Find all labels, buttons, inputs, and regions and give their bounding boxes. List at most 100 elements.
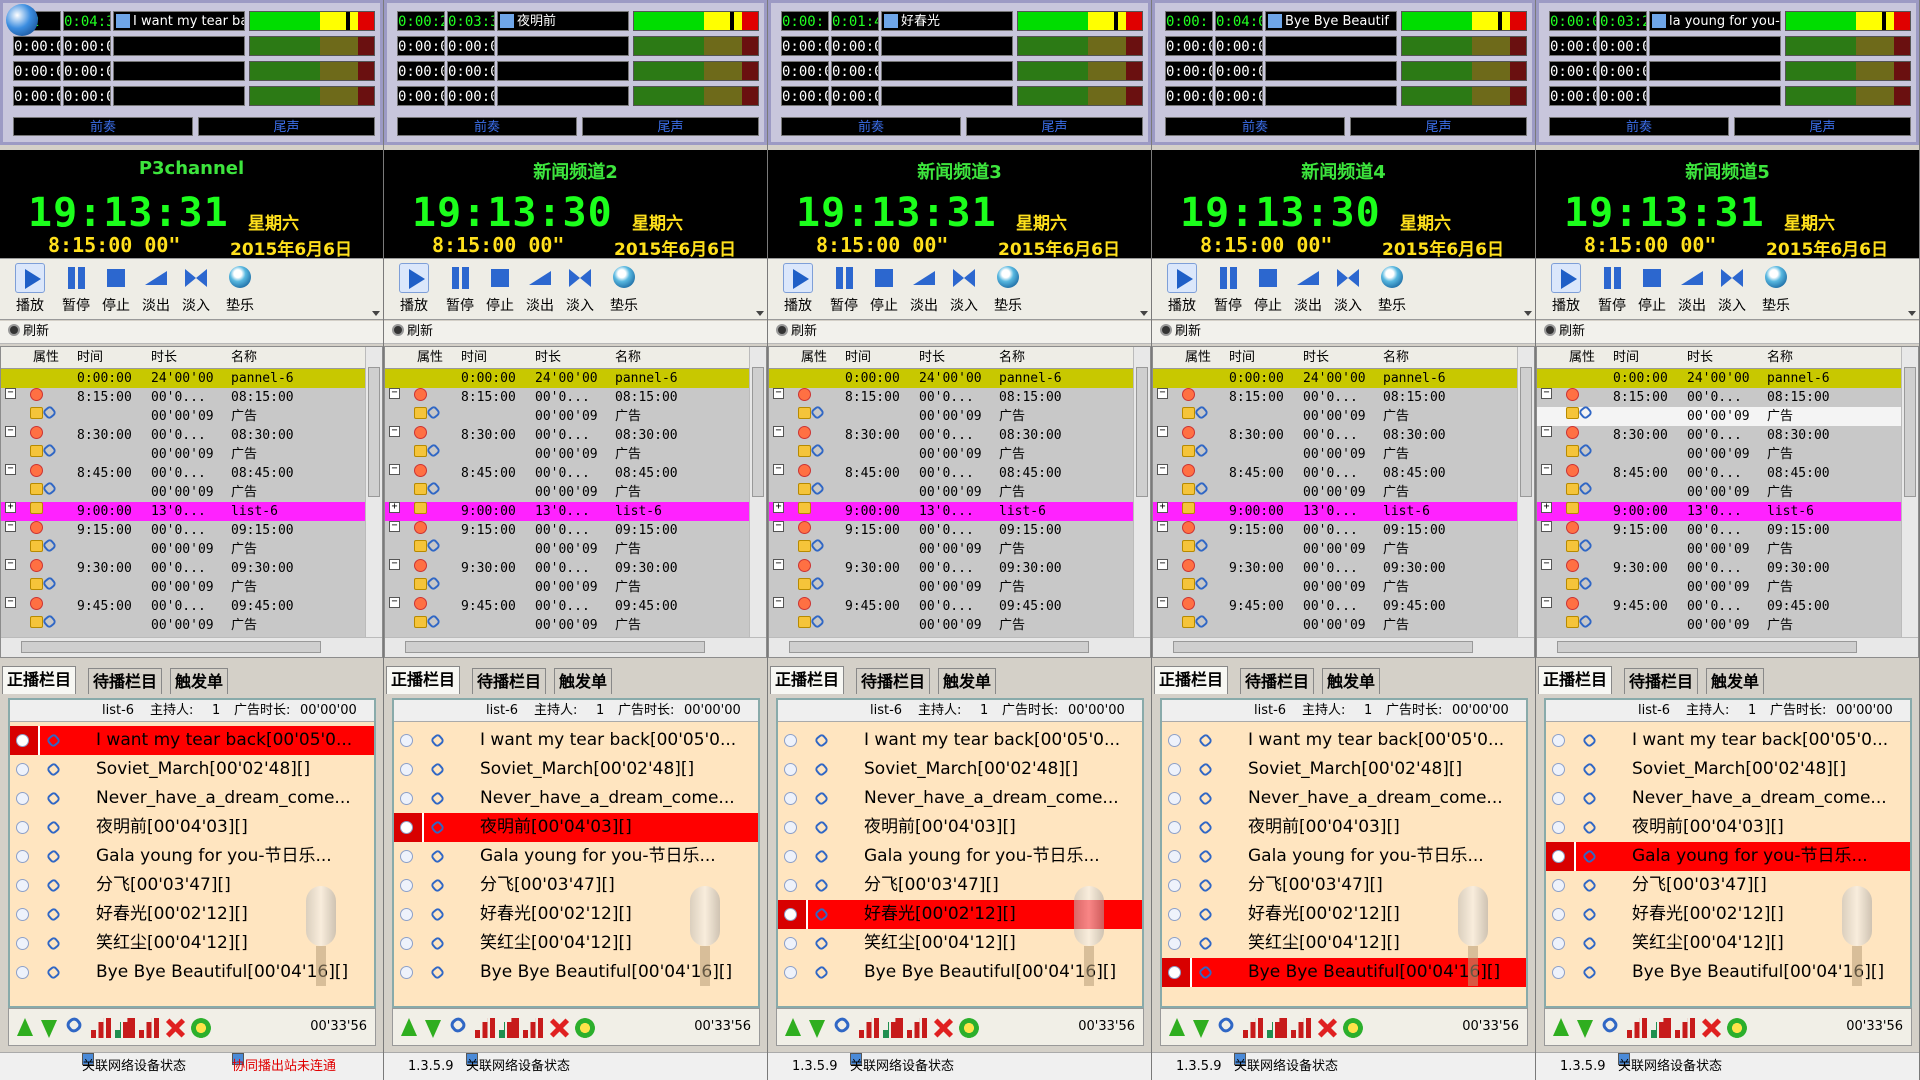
chart-red-icon[interactable]	[1243, 1018, 1263, 1038]
playlist-item[interactable]: I want my tear back[00'05'0...	[1546, 726, 1910, 755]
grid-row[interactable]: 00'00'09 广告	[769, 613, 1133, 635]
grid-row[interactable]: − 8:45:00 00'0... 08:45:00	[1537, 464, 1901, 483]
chart-green-icon[interactable]	[1267, 1018, 1287, 1038]
playlist-item[interactable]: Gala young for you-节日乐...	[1546, 842, 1910, 871]
playlist-item[interactable]: 夜明前[00'04'03][]	[778, 813, 1142, 842]
collapse-icon[interactable]: −	[1157, 559, 1168, 570]
collapse-icon[interactable]: −	[773, 521, 784, 532]
grid-row[interactable]: 0:00:00 24'00'00 pannel-6	[769, 369, 1133, 388]
grid-row[interactable]: +9:00:00 13'0... list-6	[769, 502, 1133, 521]
move-down-icon[interactable]	[39, 1018, 59, 1038]
grid-row[interactable]: 00'00'09 广告	[1537, 404, 1901, 426]
link-icon[interactable]	[448, 1015, 468, 1035]
collapse-icon[interactable]: −	[5, 521, 16, 532]
column-header-dur[interactable]: 时长	[919, 347, 945, 369]
collapse-icon[interactable]: −	[389, 521, 400, 532]
playlist-item[interactable]: I want my tear back[00'05'0...	[778, 726, 1142, 755]
playlist-item[interactable]: Gala young for you-节日乐...	[394, 842, 758, 871]
stop-button[interactable]: 停止	[864, 263, 904, 317]
column-header-name[interactable]: 名称	[615, 347, 641, 369]
fade-out-button[interactable]: 淡出	[136, 263, 176, 317]
move-down-icon[interactable]	[423, 1018, 443, 1038]
fade-in-button[interactable]: 淡入	[176, 263, 216, 317]
column-header-time[interactable]: 时间	[1613, 347, 1639, 369]
column-header-dur[interactable]: 时长	[151, 347, 177, 369]
tab-now-playing[interactable]: 正播栏目	[1154, 666, 1229, 694]
tab-now-playing[interactable]: 正播栏目	[770, 666, 845, 694]
scroll-thumb[interactable]	[1557, 641, 1857, 653]
tab-queued[interactable]: 待播栏目	[856, 668, 931, 694]
grid-row[interactable]: − 9:15:00 00'0... 09:15:00	[769, 521, 1133, 540]
collapse-icon[interactable]: −	[389, 559, 400, 570]
playlist-item[interactable]: Gala young for you-节日乐...	[1162, 842, 1526, 871]
collapse-icon[interactable]: −	[389, 388, 400, 399]
grid-row[interactable]: − 8:45:00 00'0... 08:45:00	[1, 464, 365, 483]
move-down-icon[interactable]	[1191, 1018, 1211, 1038]
intro-button[interactable]: 前奏	[1549, 117, 1729, 136]
stop-button[interactable]: 停止	[1632, 263, 1672, 317]
tab-trigger[interactable]: 触发单	[1706, 668, 1765, 694]
chart-red-icon[interactable]	[475, 1018, 495, 1038]
settings-icon[interactable]	[959, 1018, 979, 1038]
column-header-attr[interactable]: 属性	[417, 347, 443, 369]
column-header-name[interactable]: 名称	[999, 347, 1025, 369]
refresh-bar[interactable]: 刷新	[384, 321, 767, 344]
grid-row[interactable]: − 9:15:00 00'0... 09:15:00	[1, 521, 365, 540]
link-icon[interactable]	[1216, 1015, 1236, 1035]
grid-row[interactable]: 0:00:00 24'00'00 pannel-6	[385, 369, 749, 388]
collapse-icon[interactable]: −	[773, 597, 784, 608]
grid-row[interactable]: − 8:15:00 00'0... 08:15:00	[769, 388, 1133, 407]
move-down-icon[interactable]	[807, 1018, 827, 1038]
horizontal-scrollbar[interactable]	[769, 637, 1150, 657]
grid-row[interactable]: − 9:15:00 00'0... 09:15:00	[385, 521, 749, 540]
fade-in-button[interactable]: 淡入	[944, 263, 984, 317]
expand-icon[interactable]: +	[5, 502, 16, 513]
vertical-scrollbar[interactable]	[1133, 347, 1150, 637]
playlist-item[interactable]: Soviet_March[00'02'48][]	[1162, 755, 1526, 784]
grid-row[interactable]: 00'00'09 广告	[385, 442, 749, 464]
chart-green-icon[interactable]	[883, 1018, 903, 1038]
grid-row[interactable]: − 9:30:00 00'0... 09:30:00	[385, 559, 749, 578]
tab-trigger[interactable]: 触发单	[938, 668, 997, 694]
collapse-icon[interactable]: −	[1157, 388, 1168, 399]
grid-row[interactable]: − 9:15:00 00'0... 09:15:00	[1537, 521, 1901, 540]
grid-row[interactable]: − 9:30:00 00'0... 09:30:00	[1153, 559, 1517, 578]
grid-row[interactable]: 00'00'09 广告	[1153, 404, 1517, 426]
outro-button[interactable]: 尾声	[966, 117, 1143, 136]
grid-row[interactable]: 00'00'09 广告	[769, 480, 1133, 502]
grid-row[interactable]: 00'00'09 广告	[1153, 442, 1517, 464]
scroll-thumb[interactable]	[1520, 367, 1532, 497]
playlist-item[interactable]: Soviet_March[00'02'48][]	[394, 755, 758, 784]
grid-row[interactable]: − 8:15:00 00'0... 08:15:00	[1, 388, 365, 407]
playlist-item[interactable]: Never_have_a_dream_come...	[1546, 784, 1910, 813]
playlist-item[interactable]: 夜明前[00'04'03][]	[1162, 813, 1526, 842]
pad-music-button[interactable]: 垫乐	[988, 263, 1028, 317]
refresh-bar[interactable]: 刷新	[1152, 321, 1535, 344]
collapse-icon[interactable]: −	[1541, 559, 1552, 570]
chart-mixed-icon[interactable]	[907, 1018, 927, 1038]
fade-in-button[interactable]: 淡入	[560, 263, 600, 317]
grid-row[interactable]: +9:00:00 13'0... list-6	[1537, 502, 1901, 521]
pad-music-button[interactable]: 垫乐	[220, 263, 260, 317]
fade-in-button[interactable]: 淡入	[1712, 263, 1752, 317]
collapse-icon[interactable]: −	[5, 464, 16, 475]
refresh-bar[interactable]: 刷新	[1536, 321, 1919, 344]
intro-button[interactable]: 前奏	[13, 117, 193, 136]
chart-red-icon[interactable]	[91, 1018, 111, 1038]
playlist-item[interactable]: I want my tear back[00'05'0...	[10, 726, 374, 755]
grid-row[interactable]: − 9:30:00 00'0... 09:30:00	[1, 559, 365, 578]
grid-row[interactable]: − 9:30:00 00'0... 09:30:00	[769, 559, 1133, 578]
playlist-item[interactable]: 夜明前[00'04'03][]	[10, 813, 374, 842]
grid-row[interactable]: − 9:45:00 00'0... 09:45:00	[1537, 597, 1901, 616]
playlist-item[interactable]: Soviet_March[00'02'48][]	[778, 755, 1142, 784]
chart-red-icon[interactable]	[1627, 1018, 1647, 1038]
grid-row[interactable]: − 9:45:00 00'0... 09:45:00	[1, 597, 365, 616]
column-header-dur[interactable]: 时长	[535, 347, 561, 369]
column-header-dur[interactable]: 时长	[1303, 347, 1329, 369]
toolbar-chevron-icon[interactable]	[756, 311, 764, 316]
grid-row[interactable]: − 8:30:00 00'0... 08:30:00	[385, 426, 749, 445]
grid-row[interactable]: − 9:45:00 00'0... 09:45:00	[769, 597, 1133, 616]
move-up-icon[interactable]	[1551, 1018, 1571, 1038]
pause-button[interactable]: 暂停	[56, 263, 96, 317]
grid-row[interactable]: − 8:45:00 00'0... 08:45:00	[769, 464, 1133, 483]
